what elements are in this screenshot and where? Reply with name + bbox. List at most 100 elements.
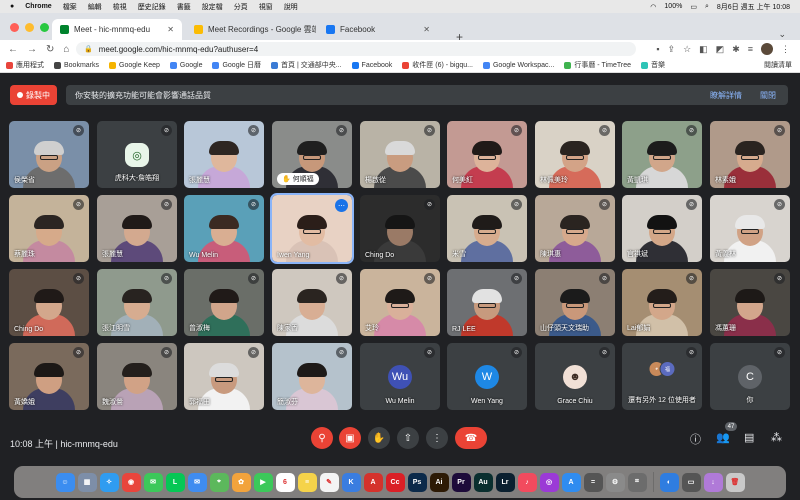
bookmark-item[interactable]: 音樂 (640, 60, 665, 70)
extension-icon[interactable]: ◧ (699, 44, 708, 55)
participant-tile[interactable]: ⊘ 官祺斌 (622, 195, 702, 262)
participant-tile[interactable]: ⋯ Iwen Yang (270, 193, 354, 264)
downloads-icon[interactable]: ↓ (703, 472, 723, 492)
participant-tile[interactable]: ⊘ 簡淑芬 (272, 343, 352, 410)
leave-call-button[interactable]: ☎ (455, 427, 487, 449)
profile-avatar[interactable] (761, 43, 773, 55)
participant-tile[interactable]: ⊘ 林佩美玲 (535, 121, 615, 188)
participant-tile[interactable]: ⊘ 魏淑鶯 (97, 343, 177, 410)
bookmark-star-icon[interactable]: ☆ (683, 44, 691, 55)
facetime2-icon[interactable]: ▭ (681, 472, 701, 492)
mic-off-button[interactable]: ⚲ (311, 427, 333, 449)
people-icon[interactable]: 👥 (716, 431, 730, 444)
more-options-button[interactable]: ⋮ (426, 427, 448, 449)
back-icon[interactable]: ← (8, 44, 18, 55)
wifi-icon[interactable]: ◠ (650, 3, 656, 11)
photoshop-icon[interactable]: Ps (407, 472, 427, 492)
preview-icon[interactable]: ◐ (659, 472, 679, 492)
recording-badge[interactable]: 錄製中 (10, 85, 57, 105)
bookmark-item[interactable]: 應用程式 (6, 60, 44, 70)
participant-tile[interactable]: ⊘ 何美紅 (447, 121, 527, 188)
forward-icon[interactable]: → (27, 44, 37, 55)
participant-tile[interactable]: ⊘ 艾玲 (360, 269, 440, 336)
close-tab-icon[interactable]: ✕ (167, 25, 174, 34)
participant-tile[interactable]: ⊘ 陳家香 (272, 269, 352, 336)
home-icon[interactable]: ⌂ (63, 44, 69, 55)
lock-icon[interactable]: 🔒 (84, 45, 93, 53)
participant-tile[interactable]: ⊘ 楊啟從 (360, 121, 440, 188)
freeform-icon[interactable]: ✎ (319, 472, 339, 492)
music-icon[interactable]: ♪ (517, 472, 537, 492)
line-icon[interactable]: L (165, 472, 185, 492)
participant-tile[interactable]: ⊘ 黃凱琪 (622, 121, 702, 188)
creative-cloud-icon[interactable]: Cc (385, 472, 405, 492)
participant-tile[interactable]: Wu ⊘ Wu Melin (360, 343, 440, 410)
finder-icon[interactable]: ☺ (55, 472, 75, 492)
participant-tile[interactable]: ⊘ ✋ 何順福 (272, 121, 352, 188)
participant-tile[interactable]: W ⊘ Wen Yang (447, 343, 527, 410)
podcasts-icon[interactable]: ◎ (539, 472, 559, 492)
bookmark-item[interactable]: 行事曆 - TimeTree (564, 60, 631, 70)
participant-tile[interactable]: ⊘ 張麗慧 (184, 121, 264, 188)
apple-icon[interactable]: ● (10, 3, 14, 10)
info-icon[interactable]: ⓘ (690, 431, 701, 447)
keynote-icon[interactable]: K (341, 472, 361, 492)
menu-item[interactable]: 說明 (284, 2, 298, 12)
camera-icon[interactable]: ▪ (656, 44, 659, 54)
bookmark-item[interactable]: Bookmarks (54, 61, 99, 69)
participant-tile[interactable]: ⊘ 黃義林 (710, 195, 790, 262)
participant-tile[interactable]: ⊘ 山仔頭天文瑞助 (535, 269, 615, 336)
battery-label[interactable]: 100% (664, 3, 682, 10)
system-preferences-icon[interactable]: ⚙ (605, 472, 625, 492)
clock[interactable]: 8月6日 週五 上午 10:08 (717, 2, 790, 12)
lightroom-icon[interactable]: Lr (495, 472, 515, 492)
mail-icon[interactable]: ✉ (187, 472, 207, 492)
menu-item[interactable]: 檔案 (63, 2, 77, 12)
puzzle-icon[interactable]: ✱ (732, 44, 740, 55)
participant-tile[interactable]: ⊘ 林素娥 (710, 121, 790, 188)
participant-tile[interactable]: ⊘ Ching Do (9, 269, 89, 336)
learn-more-link[interactable]: 瞭解詳情 (710, 90, 742, 101)
participant-tile[interactable]: ⊘ RJ LEE (447, 269, 527, 336)
menu-item[interactable]: 歷史記錄 (138, 2, 166, 12)
present-button[interactable]: ⇧ (397, 427, 419, 449)
participant-tile[interactable]: ⊘ Wu Melin (184, 195, 264, 262)
participant-tile[interactable]: ⊘ Lai郁娟 (622, 269, 702, 336)
participant-tile[interactable]: ⊘ 曾淑梅 (184, 269, 264, 336)
messages-icon[interactable]: ✉ (143, 472, 163, 492)
safari-icon[interactable]: ✧ (99, 472, 119, 492)
screenshot-icon[interactable]: ⌗ (627, 472, 647, 492)
audition-icon[interactable]: Au (473, 472, 493, 492)
trash-icon[interactable]: 🗑 (725, 472, 745, 492)
calculator-icon[interactable]: = (583, 472, 603, 492)
browser-tab[interactable]: Meet - hic-mnmq-edu ✕ (52, 19, 182, 40)
battery-icon[interactable]: ▭ (690, 3, 697, 11)
participant-tile[interactable]: ⊘ 張江明雪 (97, 269, 177, 336)
share-icon[interactable]: ⇪ (668, 44, 676, 55)
menu-item[interactable]: 編輯 (88, 2, 102, 12)
participant-tile[interactable]: ⊘ Ching Do (360, 195, 440, 262)
bookmark-item[interactable]: Google 日曆 (212, 60, 261, 70)
chrome-icon[interactable]: ◉ (121, 472, 141, 492)
appstore-icon[interactable]: A (561, 472, 581, 492)
activities-icon[interactable]: ⁂ (771, 431, 782, 444)
participant-tile[interactable]: ⊘ 蔡麗珠 (9, 195, 89, 262)
bookmark-item[interactable]: Facebook (351, 61, 392, 69)
reading-list-link[interactable]: 閱讀清單 (764, 60, 792, 70)
search-icon[interactable]: ⌕ (705, 3, 709, 11)
participant-tile[interactable]: ⊘ 郭福田 (184, 343, 264, 410)
bookmark-item[interactable]: Google Keep (109, 61, 160, 69)
launchpad-icon[interactable]: ▦ (77, 472, 97, 492)
menu-item[interactable]: 書籤 (177, 2, 191, 12)
photos-icon[interactable]: ✿ (231, 472, 251, 492)
url-text[interactable]: meet.google.com/hic-mnmq-edu?authuser=4 (99, 45, 258, 54)
calendar-icon[interactable]: 6 (275, 472, 295, 492)
participant-tile[interactable]: ☻ ⊘ Grace Chiu (535, 343, 615, 410)
app-menu[interactable]: Chrome (25, 3, 51, 10)
address-bar[interactable]: 🔒 meet.google.com/hic-mnmq-edu?authuser=… (76, 42, 636, 56)
bookmark-item[interactable]: 首頁 | 交通部中央... (271, 60, 342, 70)
participant-tile[interactable]: ⊘ 侯榮省 (9, 121, 89, 188)
reload-icon[interactable]: ↻ (46, 44, 54, 55)
participant-tile[interactable]: ⊘ 米雪 (447, 195, 527, 262)
chat-icon[interactable]: ▤ (744, 431, 754, 444)
